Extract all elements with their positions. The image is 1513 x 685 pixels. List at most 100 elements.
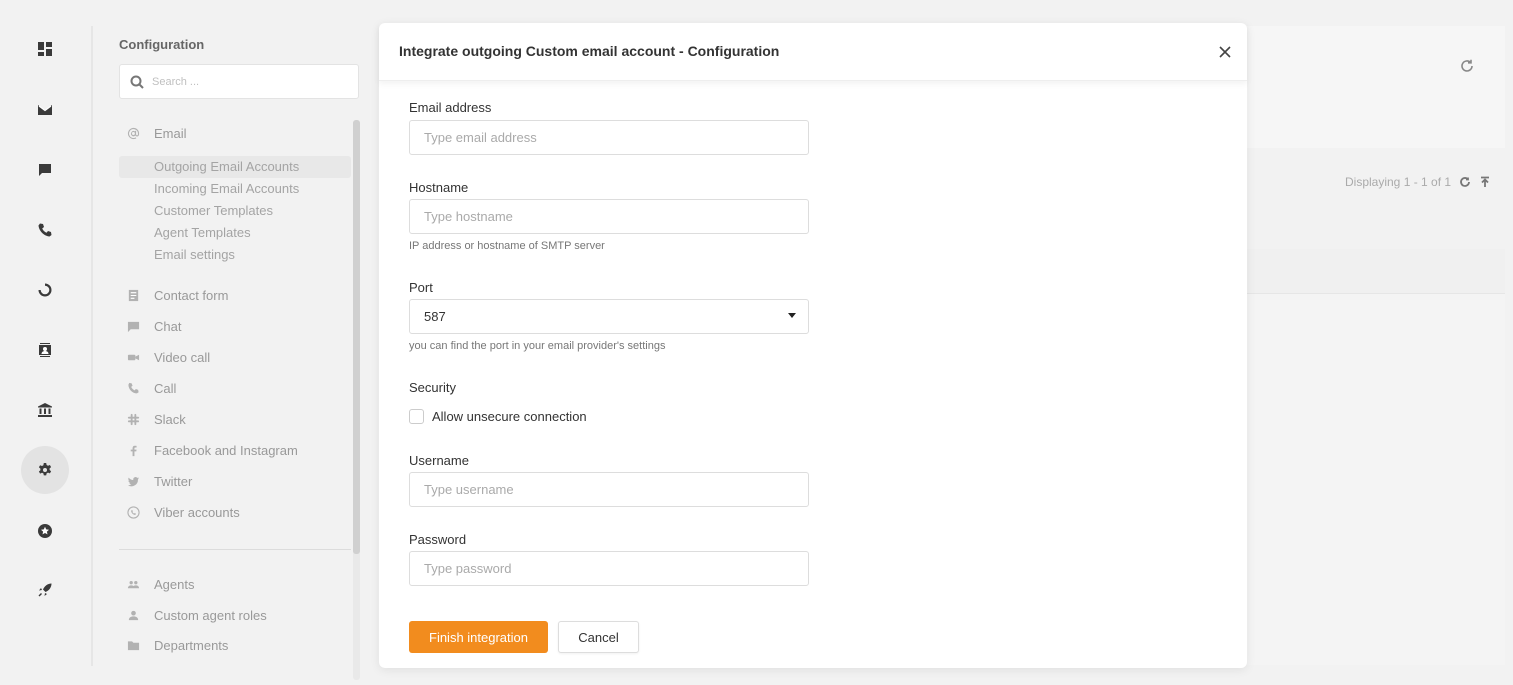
sidebar-section-label: Facebook and Instagram <box>154 443 298 458</box>
sidebar-scrollbar[interactable] <box>353 120 360 554</box>
chat-nav-button[interactable] <box>21 146 69 194</box>
chat-bubble-icon <box>39 164 51 176</box>
sidebar-section-call[interactable]: Call <box>126 381 176 396</box>
sidebar-section-label: Agents <box>154 577 195 592</box>
sidebar-item-outgoing-email-accounts[interactable]: Outgoing Email Accounts <box>154 159 299 174</box>
configuration-search-input[interactable] <box>152 75 342 88</box>
search-icon <box>130 75 144 89</box>
modal-header: Integrate outgoing Custom email account … <box>379 23 1247 81</box>
sidebar-section-twitter[interactable]: Twitter <box>126 474 192 489</box>
sidebar-section-label: Viber accounts <box>154 505 240 520</box>
sidebar-section-viber[interactable]: Viber accounts <box>126 505 240 520</box>
email-address-field[interactable] <box>409 120 809 155</box>
refresh-icon[interactable] <box>1459 176 1471 188</box>
hostname-input[interactable] <box>410 200 808 233</box>
close-icon <box>1219 46 1231 58</box>
port-select[interactable]: 587 <box>409 299 809 334</box>
email-address-input[interactable] <box>410 121 808 154</box>
sidebar-section-email[interactable]: Email <box>126 126 187 141</box>
envelope-icon <box>38 105 52 115</box>
sidebar-section-contact-form[interactable]: Contact form <box>126 288 228 303</box>
allow-unsecure-checkbox-row[interactable]: Allow unsecure connection <box>409 409 587 424</box>
sidebar-item-email-settings[interactable]: Email settings <box>154 247 235 262</box>
bank-icon <box>38 403 52 417</box>
sidebar-section-label: Twitter <box>154 474 193 489</box>
sidebar-section-label: Custom agent roles <box>154 608 267 623</box>
email-nav-button[interactable] <box>21 86 69 134</box>
configuration-sidebar: Configuration Email Outgoing Email Accou… <box>100 26 362 685</box>
configuration-search[interactable] <box>119 64 359 99</box>
security-label: Security <box>409 380 456 395</box>
call-nav-button[interactable] <box>21 206 69 254</box>
sidebar-item-customer-templates[interactable]: Customer Templates <box>154 203 273 218</box>
twitter-icon <box>126 475 140 489</box>
sidebar-section-video-call[interactable]: Video call <box>126 350 210 365</box>
pagination-label: Displaying 1 - 1 of 1 <box>1345 175 1452 189</box>
background-list <box>1246 249 1505 665</box>
dashboard-nav-button[interactable] <box>21 25 69 73</box>
password-field[interactable] <box>409 551 809 586</box>
sidebar-section-facebook-instagram[interactable]: Facebook and Instagram <box>126 443 298 458</box>
chat-bubble-icon <box>126 320 140 334</box>
integration-modal: Integrate outgoing Custom email account … <box>379 23 1247 668</box>
sidebar-section-label: Slack <box>154 412 186 427</box>
allow-unsecure-checkbox[interactable] <box>409 409 424 424</box>
video-camera-icon <box>126 351 140 365</box>
agents-icon <box>126 578 140 592</box>
slack-icon <box>126 413 140 427</box>
sidebar-section-custom-agent-roles[interactable]: Custom agent roles <box>126 608 267 623</box>
rail-divider <box>91 26 93 666</box>
app-nav-rail <box>0 0 90 685</box>
sidebar-section-label: Chat <box>154 319 182 334</box>
sidebar-divider <box>119 549 351 550</box>
password-label: Password <box>409 532 467 547</box>
contacts-nav-button[interactable] <box>21 326 69 374</box>
phone-icon <box>38 223 52 237</box>
finish-integration-button[interactable]: Finish integration <box>409 621 548 653</box>
rocket-icon <box>38 583 52 597</box>
reports-circle-icon <box>38 283 52 297</box>
gear-icon <box>38 463 52 476</box>
sidebar-section-label: Video call <box>154 350 211 365</box>
hostname-hint: IP address or hostname of SMTP server <box>409 240 605 252</box>
sidebar-section-label: Departments <box>154 638 229 653</box>
background-header-card <box>1246 26 1505 148</box>
sidebar-section-departments[interactable]: Departments <box>126 638 228 653</box>
username-field[interactable] <box>409 472 809 507</box>
star-icon <box>38 524 52 538</box>
port-hint: you can find the port in your email prov… <box>409 340 666 352</box>
modal-close-button[interactable] <box>1217 44 1233 60</box>
sidebar-section-label: Call <box>154 381 177 396</box>
port-label: Port <box>409 280 433 295</box>
cancel-button[interactable]: Cancel <box>558 621 639 653</box>
phone-icon <box>126 382 140 396</box>
favorites-nav-button[interactable] <box>21 507 69 555</box>
email-address-label: Email address <box>409 100 492 115</box>
configuration-title: Configuration <box>119 37 205 52</box>
sidebar-item-agent-templates[interactable]: Agent Templates <box>154 225 251 240</box>
sidebar-section-agents[interactable]: Agents <box>126 577 194 592</box>
sidebar-section-chat[interactable]: Chat <box>126 319 181 334</box>
refresh-icon <box>1461 59 1473 72</box>
password-input[interactable] <box>410 552 808 585</box>
username-input[interactable] <box>410 473 808 506</box>
bank-nav-button[interactable] <box>21 386 69 434</box>
header-refresh-button[interactable] <box>1459 58 1475 74</box>
sidebar-section-slack[interactable]: Slack <box>126 412 186 427</box>
background-list-header <box>1246 249 1505 294</box>
person-icon <box>126 609 140 623</box>
modal-title: Integrate outgoing Custom email account … <box>399 43 780 59</box>
hostname-label: Hostname <box>409 180 469 195</box>
getting-started-nav-button[interactable] <box>21 566 69 614</box>
form-icon <box>126 289 140 303</box>
pagination-info: Displaying 1 - 1 of 1 <box>1345 175 1491 189</box>
contacts-icon <box>39 343 51 357</box>
settings-nav-button[interactable] <box>21 446 69 494</box>
facebook-icon <box>126 444 140 458</box>
allow-unsecure-label: Allow unsecure connection <box>432 409 587 424</box>
scroll-top-icon[interactable] <box>1479 176 1491 188</box>
hostname-field[interactable] <box>409 199 809 234</box>
reports-nav-button[interactable] <box>21 266 69 314</box>
at-sign-icon <box>126 127 140 141</box>
sidebar-item-incoming-email-accounts[interactable]: Incoming Email Accounts <box>154 181 299 196</box>
